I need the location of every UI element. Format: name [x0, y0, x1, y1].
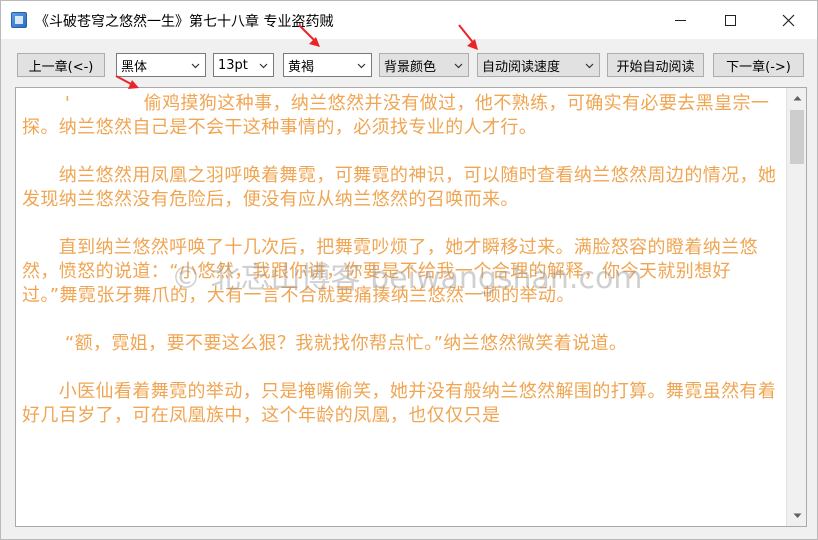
reader-window: 《斗破苍穹之悠然一生》第七十八章 专业盗药贼 上一章(<-) 黑体 13pt 黄…	[0, 0, 818, 540]
red-arrow-icon	[115, 75, 139, 89]
reading-area[interactable]: ' 偷鸡摸狗这种事，纳兰悠然并没有做过，他不熟练，可确实有必要去黑皇宗一探。纳兰…	[15, 87, 807, 527]
chevron-down-icon	[259, 63, 268, 69]
auto-speed-value: 自动阅读速度	[482, 59, 561, 75]
scroll-thumb[interactable]	[790, 110, 804, 164]
scroll-down-button[interactable]	[789, 508, 805, 524]
scroll-up-button[interactable]	[789, 90, 805, 106]
paragraph: 小医仙看着舞霓的举动，只是掩嘴偷笑，她并没有般纳兰悠然解围的打算。舞霓虽然有着好…	[22, 381, 777, 426]
vertical-scrollbar[interactable]	[786, 88, 806, 526]
bg-color-value: 背景颜色	[384, 59, 437, 75]
next-chapter-button[interactable]: 下一章(->)	[713, 53, 804, 77]
app-icon	[11, 12, 27, 28]
paragraph: ' 偷鸡摸狗这种事，纳兰悠然并没有做过，他不熟练，可确实有必要去黑皇宗一探。纳兰…	[22, 93, 770, 138]
font-family-value: 黑体	[121, 59, 148, 75]
text-color-value: 黄褐	[288, 59, 315, 75]
close-button[interactable]	[765, 1, 811, 39]
chevron-down-icon	[191, 63, 200, 69]
text-color-select[interactable]: 黄褐	[283, 53, 372, 77]
prev-chapter-button[interactable]: 上一章(<-)	[17, 53, 105, 77]
chevron-down-icon	[357, 63, 366, 69]
watermark: © 北忘山博客 beiwangshan.com	[171, 261, 643, 296]
maximize-icon	[724, 14, 736, 26]
arrow-up-icon	[793, 96, 801, 101]
chevron-down-icon	[454, 63, 463, 69]
red-arrow-icon	[298, 24, 320, 47]
font-size-select[interactable]: 13pt	[213, 53, 274, 77]
red-arrow-icon	[458, 24, 478, 50]
paragraph: 纳兰悠然用凤凰之羽呼唤着舞霓，可舞霓的神识，可以随时查看纳兰悠然周边的情况，她发…	[22, 165, 777, 210]
auto-speed-select[interactable]: 自动阅读速度	[477, 53, 600, 77]
bg-color-select[interactable]: 背景颜色	[379, 53, 469, 77]
arrow-down-icon	[793, 513, 801, 518]
font-size-value: 13pt	[218, 57, 248, 73]
close-icon	[782, 14, 794, 26]
maximize-button[interactable]	[707, 1, 753, 39]
window-title: 《斗破苍穹之悠然一生》第七十八章 专业盗药贼	[35, 14, 334, 30]
paragraph: “额，霓姐，要不要这么狠？我就找你帮点忙。”纳兰悠然微笑着说道。	[22, 333, 628, 354]
title-bar: 《斗破苍穹之悠然一生》第七十八章 专业盗药贼	[1, 1, 817, 39]
chevron-down-icon	[585, 63, 594, 69]
minimize-button[interactable]	[657, 1, 703, 39]
minimize-icon	[674, 19, 686, 21]
start-auto-read-button[interactable]: 开始自动阅读	[607, 53, 704, 77]
